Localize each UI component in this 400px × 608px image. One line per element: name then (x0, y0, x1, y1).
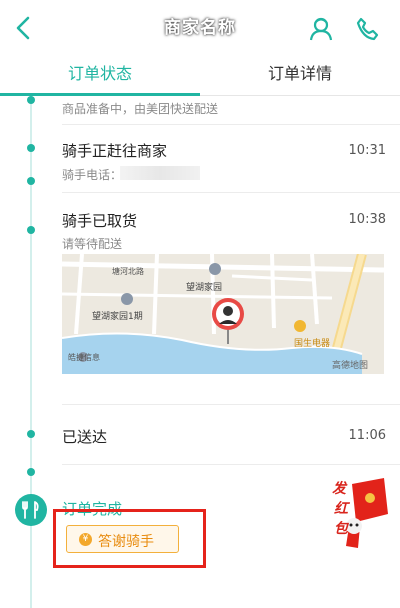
tab-order-status[interactable]: 订单状态 (0, 56, 200, 96)
rider-phone-text: 骑手电话： (62, 168, 123, 182)
back-icon (16, 16, 30, 40)
divider (62, 464, 400, 465)
divider (62, 124, 400, 125)
step-picked-up-title: 骑手已取货 (62, 212, 138, 230)
divider (62, 192, 400, 193)
step-picked-up-sub: 请等待配送 (62, 237, 123, 251)
timeline-dot (27, 468, 35, 476)
phone-button[interactable] (352, 14, 382, 44)
delivery-map[interactable]: 塘河北路 望湖家园 望湖家园1期 国生电器 皓捷信息 高德地图 (62, 254, 384, 374)
step-rider-to-shop-time: 10:31 (348, 143, 386, 158)
step-rider-to-shop-title: 骑手正赶往商家 (62, 142, 168, 160)
header-bar: 商家名称 (0, 0, 400, 56)
thank-rider-label: 答谢骑手 (98, 534, 154, 550)
rider-phone-redacted (120, 166, 200, 180)
phone-icon (356, 17, 379, 41)
red-packet-button[interactable]: 发 红 包 (330, 474, 394, 558)
timeline-dot (27, 96, 35, 104)
step-picked-up-time: 10:38 (348, 212, 386, 227)
map-provider-label: 高德地图 (332, 361, 369, 371)
coin-icon: ¥ (79, 533, 92, 546)
step-delivered-time: 11:06 (348, 428, 386, 443)
map-label-store: 国生电器 (294, 339, 331, 349)
fork-knife-icon (22, 501, 39, 519)
thank-rider-button[interactable]: ¥ 答谢骑手 (66, 525, 179, 553)
map-label-company: 皓捷信息 (68, 353, 100, 362)
divider (62, 404, 400, 405)
map-label-road: 塘河北路 (112, 267, 144, 276)
map-label-complex: 望湖家园 (186, 283, 223, 293)
timeline-dot (27, 177, 35, 185)
red-packet-text: 发 (332, 481, 346, 497)
timeline-line (30, 96, 32, 608)
rider-button[interactable] (306, 14, 336, 44)
map-label-complex-phase1: 望湖家园1期 (92, 312, 143, 322)
tab-bar: 订单状态 订单详情 (0, 56, 400, 96)
red-packet-text: 红 (334, 501, 348, 517)
step-delivered-title: 已送达 (62, 428, 108, 446)
order-complete-badge (15, 494, 47, 526)
rider-icon (309, 17, 333, 41)
timeline-dot (27, 226, 35, 234)
timeline-dot (27, 144, 35, 152)
back-button[interactable] (10, 12, 40, 44)
timeline-dot (27, 430, 35, 438)
red-packet-text: 包 (334, 521, 348, 537)
tab-order-detail[interactable]: 订单详情 (200, 56, 400, 96)
thank-rider-highlight: ¥ 答谢骑手 (53, 509, 206, 568)
shop-title: 商家名称 (164, 18, 236, 38)
step-preparing-text: 商品准备中，由美团快送配送 (62, 102, 219, 116)
